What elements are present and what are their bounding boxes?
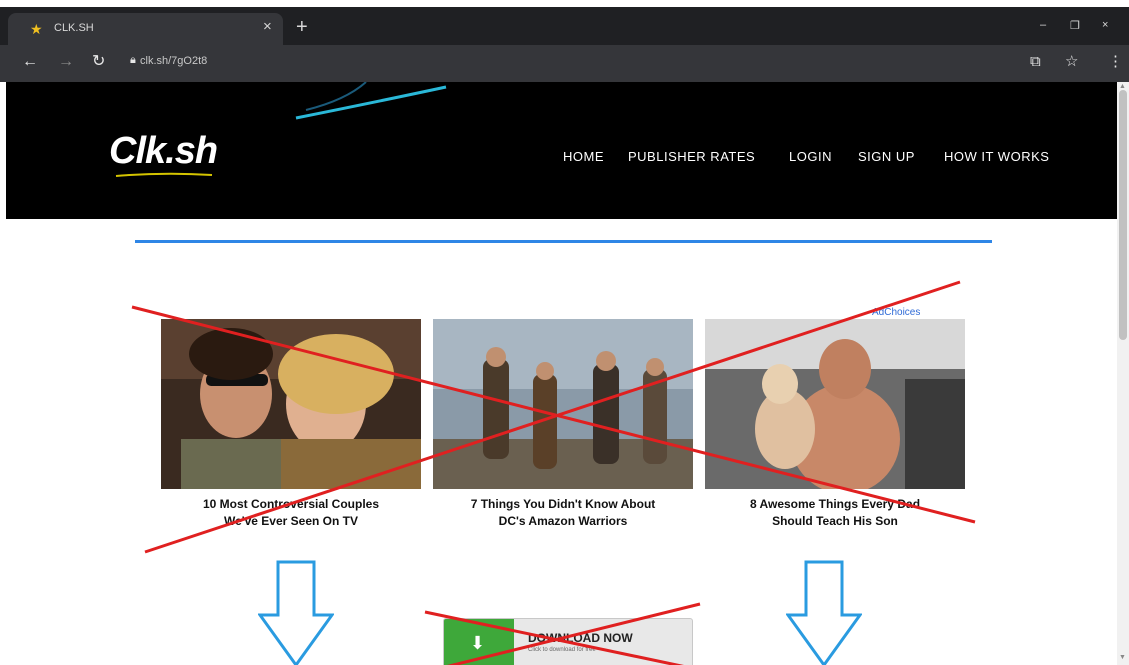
window-close-icon[interactable]: × xyxy=(1102,19,1108,31)
cross-line xyxy=(424,610,685,665)
translate-icon[interactable]: ⧉ xyxy=(1030,54,1041,69)
scroll-down-icon[interactable]: ▼ xyxy=(1119,654,1126,661)
cross-line xyxy=(144,280,961,554)
top-strip xyxy=(0,0,1129,7)
lock-icon: 🔒︎ xyxy=(130,54,136,66)
clksh-star-icon: ★ xyxy=(30,21,43,37)
close-tab-icon[interactable]: × xyxy=(263,19,272,34)
scroll-up-icon[interactable]: ▲ xyxy=(1119,83,1126,90)
menu-icon[interactable]: ⋮ xyxy=(1108,54,1123,69)
minimize-icon[interactable]: – xyxy=(1040,19,1046,31)
page-viewport: Clk.sh HOME PUBLISHER RATES LOGIN SIGN U… xyxy=(0,82,1117,665)
tab-title: CLK.SH xyxy=(54,22,94,34)
maximize-icon[interactable]: ❐ xyxy=(1070,19,1080,32)
browser-tab[interactable]: ★ CLK.SH × xyxy=(8,13,283,45)
cross-line xyxy=(131,305,976,524)
tab-bar: ★ CLK.SH × + – ❐ × xyxy=(0,7,1129,45)
scrollbar-thumb[interactable] xyxy=(1119,90,1127,340)
new-tab-button[interactable]: + xyxy=(296,17,308,37)
reload-icon[interactable]: ↻ xyxy=(92,54,105,70)
browser-toolbar: ← → ↻ 🔒︎ clk.sh/7gO2t8 ⧉ ☆ ⋮ xyxy=(0,45,1129,82)
cross-line xyxy=(447,602,701,665)
address-bar[interactable]: clk.sh/7gO2t8 xyxy=(140,55,207,67)
red-cross-overlay xyxy=(131,280,976,665)
bookmark-star-icon[interactable]: ☆ xyxy=(1065,54,1078,69)
forward-icon[interactable]: → xyxy=(58,54,74,70)
back-icon[interactable]: ← xyxy=(22,54,38,70)
page-scrollbar[interactable]: ▲ ▼ xyxy=(1117,82,1129,665)
